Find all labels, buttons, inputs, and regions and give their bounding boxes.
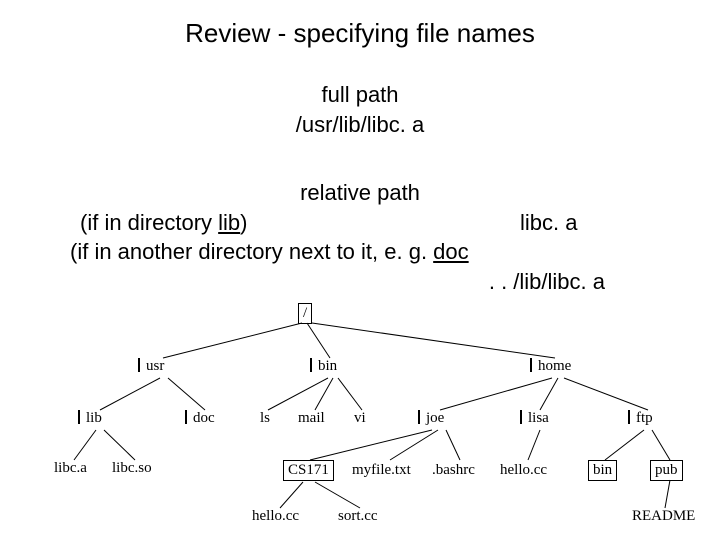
tree-bashrc: .bashrc bbox=[432, 462, 475, 479]
tree-usr-label: usr bbox=[146, 358, 164, 374]
tree-lib: lib bbox=[78, 410, 102, 427]
tree-readme: README bbox=[632, 508, 695, 525]
tree-joe-label: joe bbox=[426, 410, 444, 426]
tree-bin2: bin bbox=[588, 460, 617, 481]
tree-lisa: lisa bbox=[520, 410, 549, 427]
tree-doc-label: doc bbox=[193, 410, 215, 426]
tree-bin-label: bin bbox=[318, 358, 337, 374]
tree-bin: bin bbox=[310, 358, 337, 375]
tree-pub: pub bbox=[650, 460, 683, 481]
tree-libc-so: libc.so bbox=[112, 460, 152, 477]
tree-hello-lisa: hello.cc bbox=[500, 462, 547, 479]
tree-root: / bbox=[298, 303, 312, 324]
tree-libc-a: libc.a bbox=[54, 460, 87, 477]
tree-ftp: ftp bbox=[628, 410, 653, 427]
tree-hello-cs171: hello.cc bbox=[252, 508, 299, 525]
tree-cs171: CS171 bbox=[283, 460, 334, 481]
tree-vi: vi bbox=[354, 410, 366, 427]
tree-home: home bbox=[530, 358, 571, 375]
tree-ls: ls bbox=[260, 410, 270, 427]
filesystem-tree: / usr bin home lib doc ls mail vi joe li… bbox=[0, 0, 720, 540]
tree-lib-label: lib bbox=[86, 410, 102, 426]
tree-home-label: home bbox=[538, 358, 571, 374]
tree-edges bbox=[0, 0, 720, 540]
tree-sort-cs171: sort.cc bbox=[338, 508, 378, 525]
tree-myfile: myfile.txt bbox=[352, 462, 411, 479]
tree-joe: joe bbox=[418, 410, 444, 427]
tree-usr: usr bbox=[138, 358, 164, 375]
tree-lisa-label: lisa bbox=[528, 410, 549, 426]
tree-doc: doc bbox=[185, 410, 215, 427]
tree-ftp-label: ftp bbox=[636, 410, 653, 426]
tree-mail: mail bbox=[298, 410, 325, 427]
